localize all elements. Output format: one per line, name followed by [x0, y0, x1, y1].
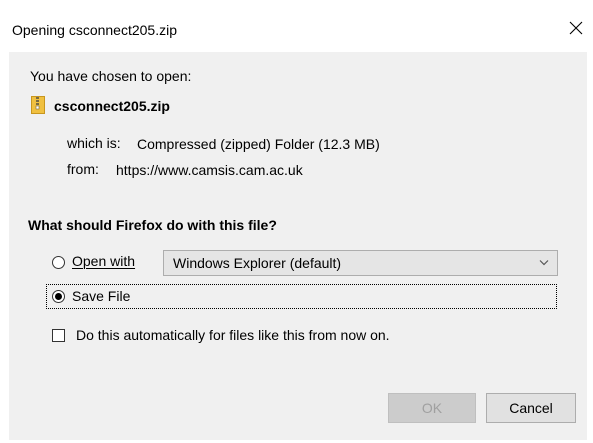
- file-type: Compressed (zipped) Folder (12.3 MB): [137, 136, 380, 152]
- auto-checkbox[interactable]: [52, 329, 65, 342]
- save-file-radio[interactable]: [52, 290, 65, 303]
- open-with-app: Windows Explorer (default): [173, 255, 342, 271]
- auto-label[interactable]: Do this automatically for files like thi…: [76, 327, 390, 343]
- open-with-select[interactable]: Windows Explorer (default): [163, 250, 558, 276]
- close-button[interactable]: [560, 12, 592, 44]
- open-with-label[interactable]: Open with: [72, 253, 135, 269]
- open-with-radio[interactable]: [52, 256, 65, 269]
- from-label: from:: [67, 161, 99, 177]
- save-file-label[interactable]: Save File: [72, 288, 130, 304]
- question-heading: What should Firefox do with this file?: [28, 217, 277, 233]
- intro-text: You have chosen to open:: [30, 68, 192, 84]
- close-icon: [569, 21, 583, 35]
- chevron-down-icon: [539, 260, 549, 266]
- which-is-label: which is:: [67, 135, 121, 151]
- ok-button[interactable]: OK: [388, 393, 476, 423]
- cancel-button[interactable]: Cancel: [486, 393, 576, 423]
- file-name: csconnect205.zip: [54, 98, 170, 114]
- file-source: https://www.camsis.cam.ac.uk: [116, 162, 303, 178]
- zip-file-icon: [31, 96, 45, 114]
- title-bar: Opening csconnect205.zip: [0, 0, 593, 44]
- window-title: Opening csconnect205.zip: [12, 22, 177, 38]
